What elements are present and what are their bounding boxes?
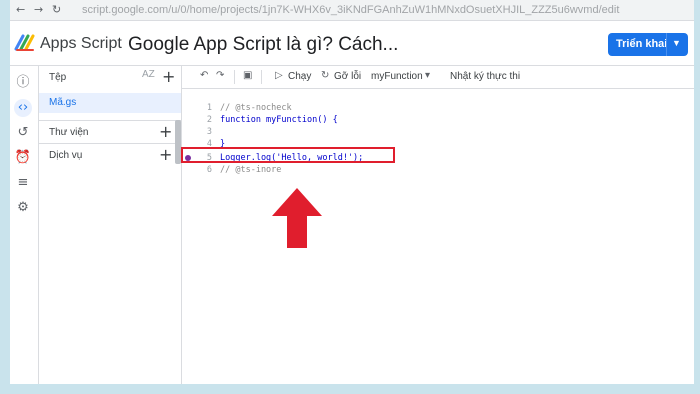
run-button[interactable]: Chạy <box>288 71 311 82</box>
line-number: 3 <box>206 127 212 137</box>
code-editor: ↶ ↷ ▣ ▷ Chạy ↻ Gỡ lỗi myFunction ▾ Nhật … <box>182 66 694 384</box>
toolbar-divider <box>234 70 235 84</box>
files-header: Tệp AZ + <box>39 66 181 90</box>
file-item[interactable]: Mã.gs <box>39 93 181 113</box>
executions-icon[interactable]: ≡ <box>14 174 32 192</box>
debug-button[interactable]: Gỡ lỗi <box>334 71 361 82</box>
function-select[interactable]: myFunction <box>371 71 423 82</box>
highlight-box <box>181 147 395 163</box>
line-text: // @ts-inore <box>220 165 282 175</box>
deploy-label: Triển khai <box>616 38 668 50</box>
app-header: Apps Script Google App Script là gì? Các… <box>10 21 694 66</box>
app-window: ← → ↻ script.google.com/u/0/home/project… <box>10 0 694 384</box>
apps-script-logo[interactable] <box>14 33 36 53</box>
redo-icon[interactable]: ↷ <box>216 70 224 81</box>
line-number: 6 <box>206 165 212 175</box>
back-icon[interactable]: ← <box>16 3 25 16</box>
line-text: // @ts-nocheck <box>220 103 292 113</box>
alarm-icon[interactable]: ⏰ <box>14 149 32 167</box>
execution-log-button[interactable]: Nhật ký thực thi <box>450 71 520 82</box>
chevron-down-icon[interactable]: ▾ <box>425 70 430 81</box>
code-line: 3 <box>182 126 694 138</box>
reload-icon[interactable]: ↻ <box>52 3 61 16</box>
debug-icon[interactable]: ↻ <box>321 70 329 81</box>
chevron-down-icon[interactable]: ▼ <box>672 38 681 48</box>
section-label: Thư viện <box>49 127 89 138</box>
undo-icon[interactable]: ↶ <box>200 70 208 81</box>
editor-toolbar: ↶ ↷ ▣ ▷ Chạy ↻ Gỡ lỗi myFunction ▾ Nhật … <box>182 66 694 89</box>
add-library-button[interactable]: + <box>159 122 172 141</box>
deploy-button[interactable]: Triển khai ▼ <box>608 33 688 56</box>
browser-address-bar[interactable]: ← → ↻ script.google.com/u/0/home/project… <box>10 0 694 21</box>
line-text: function myFunction() { <box>220 115 338 125</box>
code-line: 6 // @ts-inore <box>182 164 694 176</box>
add-file-button[interactable]: + <box>162 67 175 86</box>
section-label: Dịch vụ <box>49 150 83 161</box>
section-services[interactable]: Dịch vụ + <box>39 143 181 166</box>
line-number: 1 <box>206 103 212 113</box>
save-icon[interactable]: ▣ <box>243 70 252 81</box>
line-number: 2 <box>206 115 212 125</box>
project-title[interactable]: Google App Script là gì? Cách... <box>128 34 398 56</box>
play-icon[interactable]: ▷ <box>275 70 283 81</box>
code-icon[interactable]: ‹› <box>14 99 32 117</box>
settings-icon[interactable]: ⚙ <box>14 199 32 217</box>
left-nav-rail: ⓘ ‹› ↺ ⏰ ≡ ⚙ <box>10 66 39 384</box>
app-name: Apps Script <box>40 35 122 52</box>
forward-icon[interactable]: → <box>34 3 43 16</box>
toolbar-divider <box>261 70 262 84</box>
add-service-button[interactable]: + <box>159 145 172 164</box>
sort-az-icon[interactable]: AZ <box>142 69 155 80</box>
code-line: 2 function myFunction() { <box>182 114 694 126</box>
info-icon[interactable]: ⓘ <box>14 74 32 92</box>
arrow-up-icon <box>272 188 322 248</box>
file-name: Mã.gs <box>49 97 77 108</box>
files-panel: Tệp AZ + Mã.gs Thư viện + Dịch vụ + <box>39 66 182 384</box>
url-text[interactable]: script.google.com/u/0/home/projects/1jn7… <box>82 4 619 16</box>
history-icon[interactable]: ↺ <box>14 124 32 142</box>
deploy-divider <box>666 33 667 56</box>
code-line: 1 // @ts-nocheck <box>182 102 694 114</box>
section-libraries[interactable]: Thư viện + <box>39 120 181 143</box>
files-title: Tệp <box>49 72 67 83</box>
